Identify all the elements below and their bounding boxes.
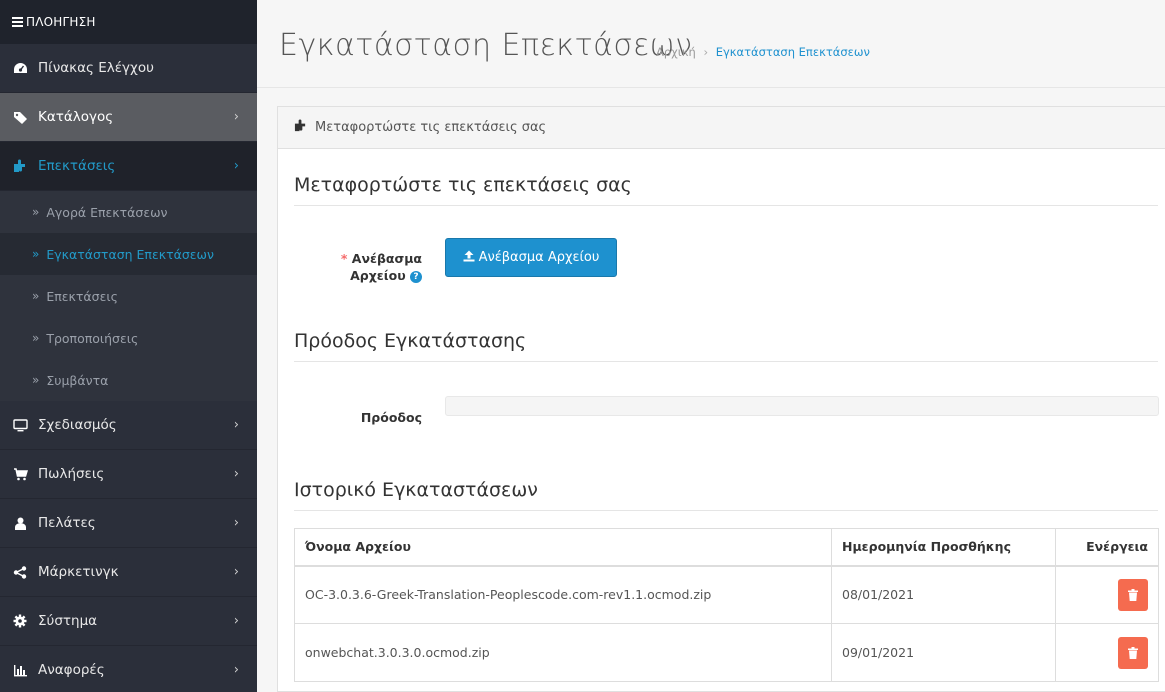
bar-chart-icon bbox=[12, 663, 28, 677]
column-header-date-added: Ημερομηνία Προσθήκης bbox=[831, 528, 1056, 567]
progress-label: Πρόοδος bbox=[360, 410, 422, 425]
chevron-right-icon: › bbox=[233, 109, 239, 125]
upload-file-button[interactable]: Ανέβασμα Αρχείου bbox=[445, 238, 617, 277]
submenu-item-label: Αγορά Επεκτάσεων bbox=[46, 204, 168, 220]
chevron-right-icon: › bbox=[233, 417, 239, 433]
submenu-item-modifications[interactable]: » Τροποποιήσεις bbox=[0, 317, 257, 359]
upload-field-label: * Ανέβασμα Αρχείου ? bbox=[341, 250, 422, 284]
upload-section-title: Μεταφορτώστε τις επεκτάσεις σας bbox=[294, 174, 1158, 206]
cell-action bbox=[1055, 565, 1159, 624]
submenu-item-label: Συμβάντα bbox=[46, 372, 109, 388]
progress-section-title: Πρόοδος Εγκατάστασης bbox=[294, 330, 1158, 362]
monitor-icon bbox=[12, 418, 28, 432]
gear-icon bbox=[12, 614, 28, 628]
submenu-item-label: Επεκτάσεις bbox=[46, 288, 118, 304]
extensions-submenu: » Αγορά Επεκτάσεων » Εγκατάσταση Επεκτάσ… bbox=[0, 191, 257, 401]
user-icon bbox=[12, 516, 28, 530]
chevron-right-icon: › bbox=[233, 564, 239, 580]
chevron-right-icon: › bbox=[233, 158, 239, 174]
breadcrumb-current-link[interactable]: Εγκατάσταση Επεκτάσεων bbox=[716, 45, 870, 59]
column-header-filename: Όνομα Αρχείου bbox=[294, 528, 832, 567]
sidebar-item-dashboard[interactable]: Πίνακας Ελέγχου bbox=[0, 44, 257, 93]
tag-icon bbox=[12, 110, 28, 124]
navigation-title: ΠΛΟΗΓΗΣΗ bbox=[26, 15, 96, 29]
upload-panel: Μεταφορτώστε τις επεκτάσεις σας Μεταφορτ… bbox=[277, 106, 1165, 692]
double-chevron-right-icon: » bbox=[32, 289, 40, 303]
sidebar-item-label: Πελάτες bbox=[38, 515, 96, 531]
cell-filename: onwebchat.3.0.3.0.ocmod.zip bbox=[294, 623, 832, 682]
puzzle-icon bbox=[12, 159, 28, 173]
dashboard-icon bbox=[12, 61, 28, 75]
panel-heading: Μεταφορτώστε τις επεκτάσεις σας bbox=[278, 107, 1165, 149]
upload-label-line1: Ανέβασμα bbox=[351, 251, 422, 266]
sidebar-item-label: Πίνακας Ελέγχου bbox=[38, 60, 154, 76]
chevron-right-icon: › bbox=[233, 515, 239, 531]
sidebar-item-reports[interactable]: Αναφορές › bbox=[0, 646, 257, 692]
sidebar-item-label: Αναφορές bbox=[38, 662, 105, 678]
trash-icon bbox=[1128, 646, 1138, 659]
submenu-item-label: Εγκατάσταση Επεκτάσεων bbox=[46, 246, 214, 262]
submenu-item-label: Τροποποιήσεις bbox=[46, 330, 139, 346]
double-chevron-right-icon: » bbox=[32, 247, 40, 261]
help-question-icon[interactable]: ? bbox=[410, 270, 422, 283]
sidebar-item-label: Πωλήσεις bbox=[38, 466, 105, 482]
sidebar-item-marketing[interactable]: Μάρκετινγκ › bbox=[0, 548, 257, 597]
progress-bar bbox=[445, 396, 1159, 416]
sidebar-item-extensions[interactable]: Επεκτάσεις › bbox=[0, 142, 257, 191]
breadcrumb-separator-icon: › bbox=[703, 45, 709, 59]
sidebar-item-label: Μάρκετινγκ bbox=[38, 564, 119, 580]
chevron-right-icon: › bbox=[233, 613, 239, 629]
chevron-right-icon: › bbox=[233, 662, 239, 678]
upload-icon bbox=[463, 250, 475, 265]
double-chevron-right-icon: » bbox=[32, 373, 40, 387]
sidebar-item-label: Κατάλογος bbox=[38, 109, 114, 125]
upload-field-label-container: * Ανέβασμα Αρχείου ? bbox=[278, 250, 422, 290]
submenu-item-extension-installer[interactable]: » Εγκατάσταση Επεκτάσεων bbox=[0, 233, 257, 275]
cell-filename: OC-3.0.3.6-Greek-Translation-Peoplescode… bbox=[294, 565, 832, 624]
chevron-right-icon: › bbox=[233, 466, 239, 482]
navigation-header[interactable]: ΠΛΟΗΓΗΣΗ bbox=[0, 0, 257, 44]
cell-date-added: 09/01/2021 bbox=[831, 623, 1056, 682]
submenu-item-events[interactable]: » Συμβάντα bbox=[0, 359, 257, 401]
required-marker: * bbox=[340, 251, 348, 266]
breadcrumb: Αρχική › Εγκατάσταση Επεκτάσεων bbox=[656, 45, 870, 59]
sidebar-item-system[interactable]: Σύστημα › bbox=[0, 597, 257, 646]
cell-date-added: 08/01/2021 bbox=[831, 565, 1056, 624]
page-header: Εγκατάσταση Επεκτάσεων Αρχική › Εγκατάστ… bbox=[257, 0, 1165, 88]
column-header-action: Ενέργεια bbox=[1055, 528, 1159, 567]
delete-button[interactable] bbox=[1118, 578, 1148, 611]
submenu-item-extension-marketplace[interactable]: » Αγορά Επεκτάσεων bbox=[0, 191, 257, 233]
submenu-item-extensions[interactable]: » Επεκτάσεις bbox=[0, 275, 257, 317]
sidebar-item-label: Επεκτάσεις bbox=[38, 158, 116, 174]
puzzle-icon bbox=[294, 119, 307, 136]
sidebar-item-design[interactable]: Σχεδιασμός › bbox=[0, 401, 257, 450]
upload-button-label: Ανέβασμα Αρχείου bbox=[478, 250, 600, 265]
sidebar: ΠΛΟΗΓΗΣΗ Πίνακας Ελέγχου Κατάλογος › Επε… bbox=[0, 0, 257, 692]
sidebar-item-label: Σχεδιασμός bbox=[38, 417, 117, 433]
sidebar-item-sales[interactable]: Πωλήσεις › bbox=[0, 450, 257, 499]
breadcrumb-home-link[interactable]: Αρχική bbox=[656, 45, 696, 59]
panel-heading-title: Μεταφορτώστε τις επεκτάσεις σας bbox=[315, 120, 547, 135]
sidebar-item-catalog[interactable]: Κατάλογος › bbox=[0, 93, 257, 142]
hamburger-icon bbox=[12, 15, 23, 29]
history-section-title: Ιστορικό Εγκαταστάσεων bbox=[294, 479, 1158, 511]
trash-icon bbox=[1128, 588, 1138, 601]
double-chevron-right-icon: » bbox=[32, 205, 40, 219]
upload-label-line2: Αρχείου bbox=[350, 268, 406, 283]
double-chevron-right-icon: » bbox=[32, 331, 40, 345]
table-row: onwebchat.3.0.3.0.ocmod.zip 09/01/2021 bbox=[294, 623, 1159, 682]
share-icon bbox=[12, 565, 28, 579]
page-title: Εγκατάσταση Επεκτάσεων bbox=[279, 28, 693, 63]
table-header-row: Όνομα Αρχείου Ημερομηνία Προσθήκης Ενέργ… bbox=[294, 528, 1159, 567]
history-table: Όνομα Αρχείου Ημερομηνία Προσθήκης Ενέργ… bbox=[294, 528, 1159, 682]
cart-icon bbox=[12, 467, 28, 481]
table-row: OC-3.0.3.6-Greek-Translation-Peoplescode… bbox=[294, 565, 1159, 624]
cell-action bbox=[1055, 623, 1159, 682]
delete-button[interactable] bbox=[1118, 636, 1148, 669]
sidebar-item-label: Σύστημα bbox=[38, 613, 98, 629]
sidebar-item-customers[interactable]: Πελάτες › bbox=[0, 499, 257, 548]
